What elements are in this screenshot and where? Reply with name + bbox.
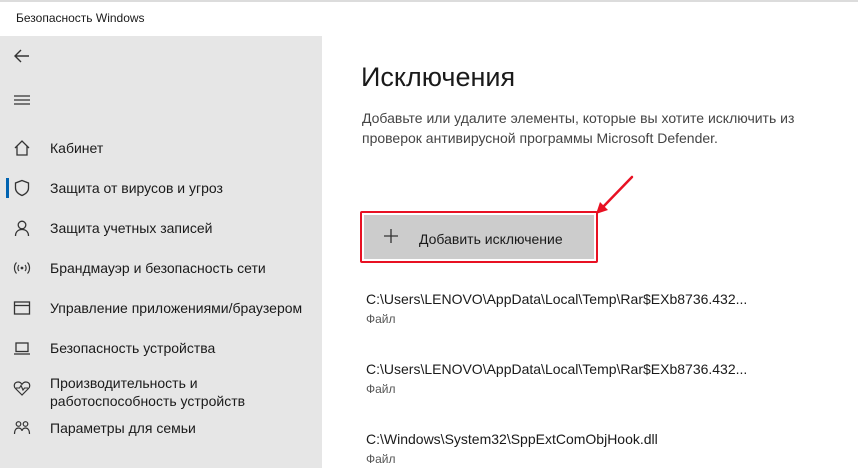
sidebar-item-label: Безопасность устройства — [50, 340, 216, 356]
sidebar-item-label: Кабинет — [50, 140, 104, 156]
red-arrow-annotation — [596, 175, 634, 214]
sidebar-item-family-options[interactable]: Параметры для семьи — [0, 408, 322, 448]
sidebar-item-label: Защита от вирусов и угроз — [50, 180, 223, 196]
home-icon — [12, 138, 32, 158]
add-exclusion-button[interactable]: Добавить исключение — [364, 215, 594, 259]
add-exclusion-highlight: Добавить исключение — [360, 211, 598, 263]
menu-button[interactable] — [8, 86, 36, 114]
title-bar: Безопасность Windows — [0, 0, 858, 36]
exclusion-item[interactable]: C:\Windows\System32\SppExtComObjHook.dll… — [366, 431, 786, 466]
back-arrow-icon — [14, 49, 29, 63]
exclusion-path: C:\Users\LENOVO\AppData\Local\Temp\Rar$E… — [366, 361, 748, 377]
shield-icon — [12, 178, 32, 198]
sidebar-item-label: Параметры для семьи — [50, 420, 196, 436]
browser-window-icon — [12, 298, 32, 318]
person-icon — [12, 218, 32, 238]
exclusion-type: Файл — [366, 452, 396, 466]
heart-pulse-icon — [12, 378, 32, 398]
family-icon — [12, 418, 32, 438]
main-content: Исключения Добавьте или удалите элементы… — [322, 36, 858, 468]
sidebar-item-device-security[interactable]: Безопасность устройства — [0, 328, 322, 368]
sidebar-item-label: Брандмауэр и безопасность сети — [50, 260, 266, 276]
active-indicator — [6, 178, 9, 198]
page-title: Исключения — [361, 62, 516, 92]
sidebar-item-account-protection[interactable]: Защита учетных записей — [0, 208, 322, 248]
hamburger-icon — [14, 95, 30, 105]
title-bar-border — [0, 0, 858, 2]
exclusion-item[interactable]: C:\Users\LENOVO\AppData\Local\Temp\Rar$E… — [366, 291, 786, 326]
sidebar: Кабинет Защита от вирусов и угроз Защита… — [0, 36, 322, 468]
exclusion-type: Файл — [366, 312, 396, 326]
sidebar-item-home[interactable]: Кабинет — [0, 128, 322, 168]
page-description: Добавьте или удалите элементы, которые в… — [362, 110, 795, 146]
add-exclusion-label: Добавить исключение — [419, 231, 563, 247]
sidebar-item-firewall[interactable]: Брандмауэр и безопасность сети — [0, 248, 322, 288]
wifi-antenna-icon — [12, 258, 32, 278]
exclusion-type: Файл — [366, 382, 396, 396]
exclusion-path: C:\Users\LENOVO\AppData\Local\Temp\Rar$E… — [366, 291, 748, 307]
exclusion-item[interactable]: C:\Users\LENOVO\AppData\Local\Temp\Rar$E… — [366, 361, 786, 396]
sidebar-item-label: Производительность и работоспособность у… — [50, 375, 246, 409]
sidebar-item-label: Защита учетных записей — [50, 220, 213, 236]
sidebar-item-label: Управление приложениями/браузером — [50, 300, 303, 316]
window-title: Безопасность Windows — [16, 11, 145, 25]
sidebar-item-virus-protection[interactable]: Защита от вирусов и угроз — [0, 168, 322, 208]
plus-icon — [382, 227, 400, 250]
laptop-icon — [12, 338, 32, 358]
exclusion-path: C:\Windows\System32\SppExtComObjHook.dll — [366, 431, 658, 447]
sidebar-item-app-browser-control[interactable]: Управление приложениями/браузером — [0, 288, 322, 328]
back-button[interactable] — [8, 42, 36, 70]
